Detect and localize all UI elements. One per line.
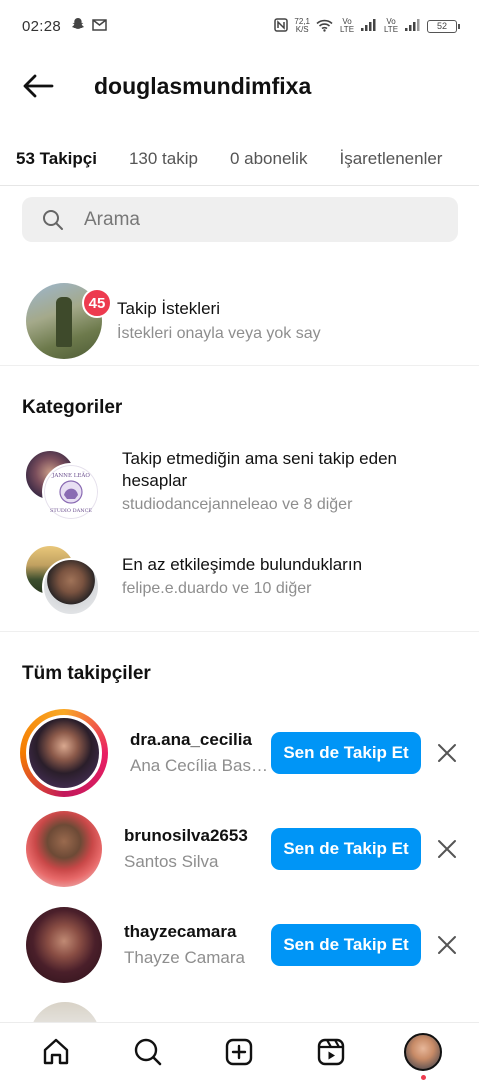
create-icon bbox=[226, 1038, 253, 1065]
nav-create[interactable] bbox=[217, 1030, 261, 1074]
search-input[interactable] bbox=[84, 208, 384, 231]
notification-dot bbox=[421, 1074, 427, 1080]
divider bbox=[0, 631, 479, 632]
search-bar[interactable] bbox=[22, 197, 458, 242]
follower-name: Ana Cecília Bastos bbox=[130, 756, 268, 775]
reels-icon bbox=[318, 1038, 345, 1065]
close-icon bbox=[438, 936, 456, 954]
follow-back-button[interactable]: Sen de Takip Et bbox=[271, 924, 421, 966]
app-header: douglasmundimfixa bbox=[0, 58, 479, 114]
follower-row[interactable]: dra.ana_cecilia Ana Cecília Bastos Sen d… bbox=[0, 709, 479, 797]
nav-search[interactable] bbox=[126, 1030, 170, 1074]
category-subtitle: felipe.e.duardo ve 10 diğer bbox=[122, 580, 312, 597]
requests-subtitle: İstekleri onayla veya yok say bbox=[117, 325, 321, 342]
signal-icon-1 bbox=[361, 19, 377, 33]
follower-name: Thayze Camara bbox=[124, 948, 245, 967]
nav-home[interactable] bbox=[34, 1030, 78, 1074]
network-speed: 72,1 K/S bbox=[294, 17, 310, 34]
battery-icon: 52 bbox=[427, 19, 460, 33]
nav-reels[interactable] bbox=[309, 1030, 353, 1074]
followers-heading: Tüm takipçiler bbox=[22, 663, 151, 684]
profile-avatar bbox=[404, 1032, 443, 1071]
avatar bbox=[42, 558, 100, 616]
follow-requests-row[interactable]: 45 Takip İstekleri İstekleri onayla veya… bbox=[0, 278, 479, 364]
avatar[interactable] bbox=[26, 811, 102, 887]
nfc-icon bbox=[274, 18, 289, 34]
gmail-icon bbox=[92, 18, 107, 35]
wifi-icon bbox=[316, 19, 333, 34]
category-avatars: JANNE LEÃO STUDIO DANCE bbox=[24, 449, 104, 521]
avatar[interactable] bbox=[26, 907, 102, 983]
remove-follower-button[interactable] bbox=[433, 931, 461, 959]
studio-dance-logo: JANNE LEÃO STUDIO DANCE bbox=[42, 463, 100, 521]
follower-username: thayzecamara bbox=[124, 922, 237, 941]
divider bbox=[0, 365, 479, 366]
category-subtitle: studiodancejanneleao ve 8 diğer bbox=[122, 496, 353, 513]
back-button[interactable] bbox=[18, 66, 58, 106]
story-ring[interactable] bbox=[20, 709, 108, 797]
volte-1: Vo LTE bbox=[339, 17, 355, 34]
category-title: En az etkileşimde bulundukların bbox=[122, 555, 363, 574]
tab-subscriptions[interactable]: 0 abonelik bbox=[214, 132, 324, 185]
tab-flagged[interactable]: İşaretlenenler bbox=[323, 132, 458, 185]
category-avatars bbox=[24, 544, 104, 616]
requests-avatar: 45 bbox=[26, 283, 112, 359]
remove-follower-button[interactable] bbox=[433, 835, 461, 863]
snapchat-icon bbox=[71, 17, 85, 35]
follower-username: dra.ana_cecilia bbox=[130, 730, 252, 749]
requests-title: Takip İstekleri bbox=[117, 299, 220, 318]
category-not-following-back[interactable]: JANNE LEÃO STUDIO DANCE Takip etmediğin … bbox=[0, 448, 479, 521]
follow-back-button[interactable]: Sen de Takip Et bbox=[271, 828, 421, 870]
category-title: Takip etmediğin ama seni takip eden hesa… bbox=[122, 449, 397, 490]
status-time: 02:28 bbox=[22, 17, 62, 35]
svg-text:JANNE LEÃO: JANNE LEÃO bbox=[51, 471, 90, 479]
follower-row[interactable]: thayzecamara Thayze Camara Sen de Takip … bbox=[0, 903, 479, 987]
svg-text:STUDIO DANCE: STUDIO DANCE bbox=[50, 508, 92, 514]
page-title: douglasmundimfixa bbox=[94, 72, 312, 99]
follower-row[interactable]: brunosilva2653 Santos Silva Sen de Takip… bbox=[0, 807, 479, 891]
follow-back-button[interactable]: Sen de Takip Et bbox=[271, 732, 421, 774]
follower-name: Santos Silva bbox=[124, 852, 219, 871]
bottom-nav bbox=[0, 1022, 479, 1080]
close-icon bbox=[438, 840, 456, 858]
tab-following[interactable]: 130 takip bbox=[113, 132, 214, 185]
close-icon bbox=[438, 744, 456, 762]
search-icon bbox=[134, 1038, 161, 1065]
home-icon bbox=[43, 1038, 69, 1064]
signal-icon-2 bbox=[405, 19, 421, 33]
tab-followers[interactable]: 53 Takipçi bbox=[0, 132, 113, 185]
requests-count-badge: 45 bbox=[82, 288, 112, 318]
volte-2: Vo LTE bbox=[383, 17, 399, 34]
remove-follower-button[interactable] bbox=[433, 739, 461, 767]
avatar bbox=[26, 715, 102, 791]
search-icon bbox=[43, 209, 63, 230]
arrow-left-icon bbox=[23, 74, 54, 98]
nav-profile[interactable] bbox=[401, 1030, 445, 1080]
category-least-interacted[interactable]: En az etkileşimde bulundukların felipe.e… bbox=[0, 544, 479, 616]
follower-username: brunosilva2653 bbox=[124, 826, 248, 845]
status-bar: 02:28 72,1 K/S Vo LTE Vo LTE 52 bbox=[0, 0, 479, 52]
follow-tabs: 53 Takipçi 130 takip 0 abonelik İşaretle… bbox=[0, 132, 479, 186]
categories-heading: Kategoriler bbox=[22, 397, 123, 418]
